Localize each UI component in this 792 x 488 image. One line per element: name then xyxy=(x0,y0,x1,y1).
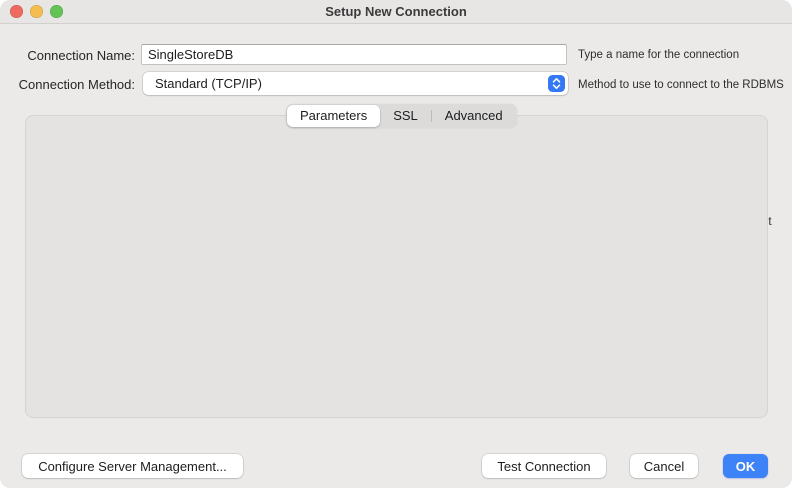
test-connection-button[interactable]: Test Connection xyxy=(482,454,606,478)
tab-parameters[interactable]: Parameters xyxy=(287,105,380,127)
chevron-up-down-icon xyxy=(551,77,562,90)
tab-ssl[interactable]: SSL xyxy=(380,105,431,127)
connection-method-value: Standard (TCP/IP) xyxy=(143,76,262,91)
cancel-button[interactable]: Cancel xyxy=(630,454,698,478)
popup-stepper-icon xyxy=(548,75,565,92)
titlebar: Setup New Connection xyxy=(0,0,792,24)
connection-name-input[interactable] xyxy=(141,44,567,65)
window-title: Setup New Connection xyxy=(0,4,792,19)
connection-method-label: Connection Method: xyxy=(0,77,135,92)
connection-method-select[interactable]: Standard (TCP/IP) xyxy=(143,72,568,95)
parameters-panel xyxy=(25,115,768,418)
setup-new-connection-dialog: Setup New Connection Connection Name: Ty… xyxy=(0,0,792,488)
configure-server-management-button[interactable]: Configure Server Management... xyxy=(22,454,243,478)
connection-method-help: Method to use to connect to the RDBMS xyxy=(578,77,784,93)
tab-advanced[interactable]: Advanced xyxy=(432,105,516,127)
connection-name-help: Type a name for the connection xyxy=(578,47,739,63)
ok-button[interactable]: OK xyxy=(723,454,768,478)
tab-bar: Parameters SSL Advanced xyxy=(286,104,517,128)
connection-name-label: Connection Name: xyxy=(0,48,135,63)
